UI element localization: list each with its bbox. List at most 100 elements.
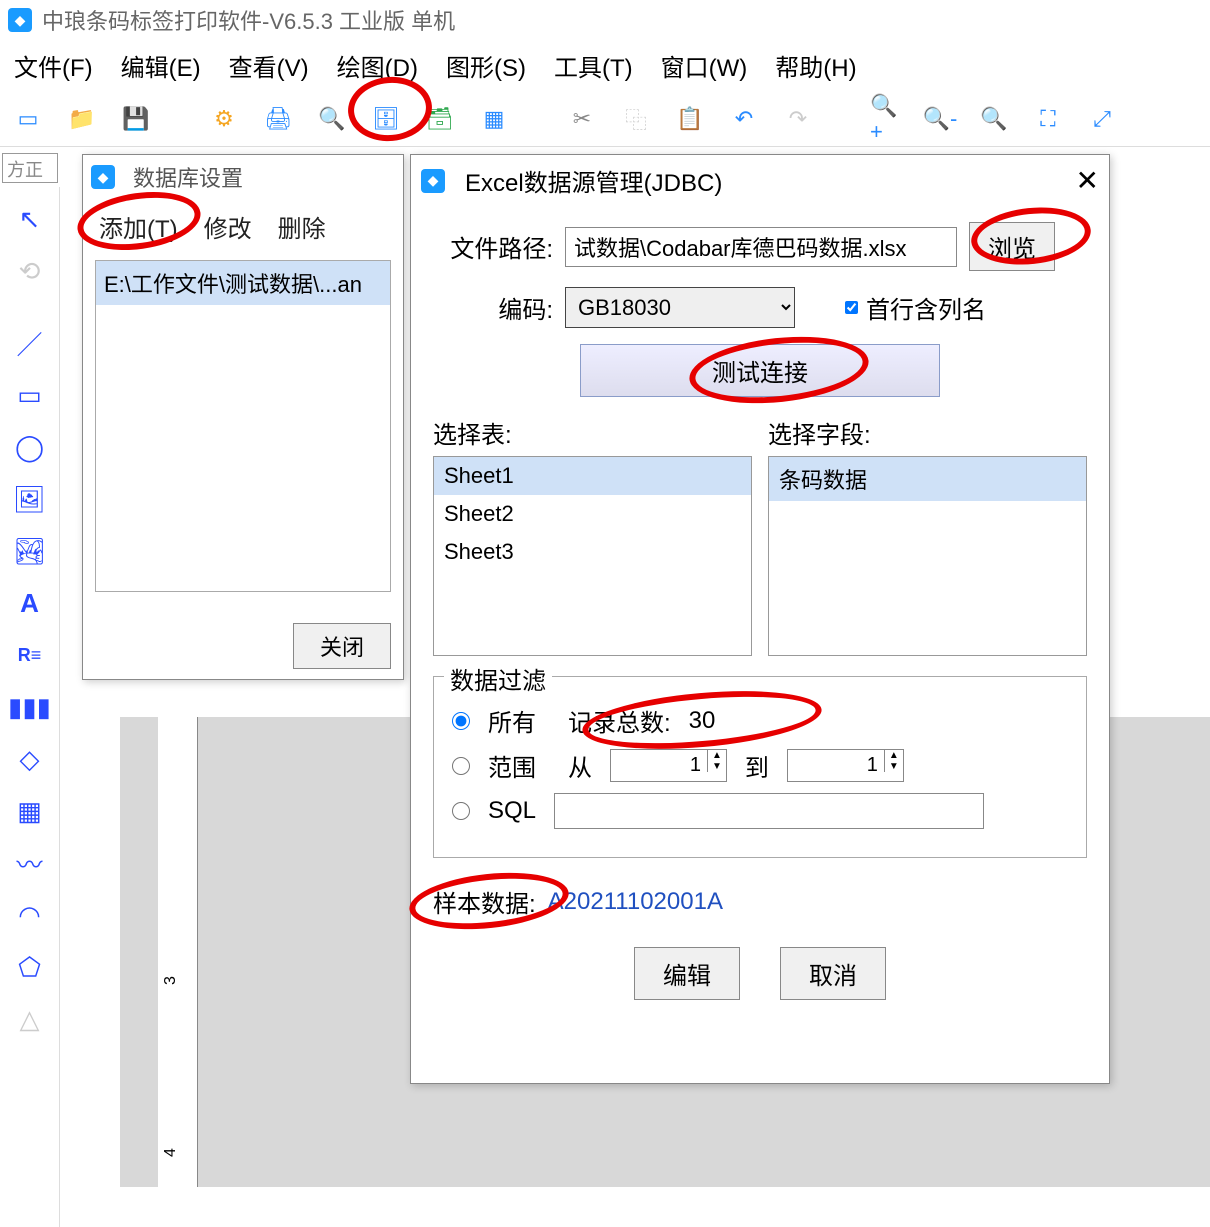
line-icon[interactable]: ／: [8, 321, 52, 365]
redo-icon[interactable]: ↷: [782, 103, 814, 135]
grid-icon[interactable]: ▦: [478, 103, 510, 135]
excel-jdbc-dialog: ◆ Excel数据源管理(JDBC) ✕ 文件路径: 浏览 编码: GB1803…: [410, 154, 1110, 1084]
filter-all-label: 所有: [488, 703, 536, 738]
table-item[interactable]: Sheet3: [434, 533, 751, 571]
table-item[interactable]: Sheet1: [434, 457, 751, 495]
path-label: 文件路径:: [433, 229, 553, 264]
dialog-icon: ◆: [91, 165, 115, 189]
range-to-label: 到: [745, 748, 769, 783]
paste-icon[interactable]: 📋: [674, 103, 706, 135]
header-row-checkbox[interactable]: 首行含列名: [845, 290, 986, 325]
zoom-reset-icon[interactable]: 🔍: [978, 103, 1010, 135]
db-source-item[interactable]: E:\工作文件\测试数据\...an: [96, 261, 390, 305]
db-close-button[interactable]: 关闭: [293, 623, 391, 669]
app-icon: ◆: [8, 8, 32, 32]
undo-icon[interactable]: ↶: [728, 103, 760, 135]
menu-help[interactable]: 帮助(H): [775, 48, 856, 83]
filter-range-label: 范围: [488, 748, 536, 783]
font-label-box[interactable]: 方正粗: [2, 153, 58, 183]
image-icon[interactable]: 🖼: [8, 477, 52, 521]
print-icon[interactable]: 🖨: [262, 103, 294, 135]
fit-icon[interactable]: ⛶: [1032, 103, 1064, 135]
field-item[interactable]: 条码数据: [769, 457, 1086, 501]
ellipse-icon[interactable]: ◯: [8, 425, 52, 469]
menu-bar: 文件(F) 编辑(E) 查看(V) 绘图(D) 图形(S) 工具(T) 窗口(W…: [0, 40, 1210, 91]
zoom-out-icon[interactable]: 🔍-: [924, 103, 956, 135]
text-icon[interactable]: A: [8, 581, 52, 625]
database-small-icon[interactable]: 🗃: [424, 103, 456, 135]
open-folder-icon[interactable]: 📁: [66, 103, 98, 135]
table-item[interactable]: Sheet2: [434, 495, 751, 533]
spin-up-icon[interactable]: ▲: [884, 750, 903, 761]
header-row-label: 首行含列名: [866, 290, 986, 325]
table-list[interactable]: Sheet1 Sheet2 Sheet3: [433, 456, 752, 656]
spin-down-icon[interactable]: ▼: [707, 761, 726, 772]
shape-path-icon[interactable]: ◇: [8, 737, 52, 781]
close-icon[interactable]: ✕: [1076, 164, 1099, 197]
sql-input[interactable]: [554, 793, 984, 829]
menu-view[interactable]: 查看(V): [229, 48, 309, 83]
db-settings-dialog: ◆ 数据库设置 添加(T) 修改 删除 E:\工作文件\测试数据\...an 关…: [82, 154, 404, 680]
menu-draw[interactable]: 绘图(D): [337, 48, 418, 83]
range-to-input[interactable]: [788, 750, 884, 781]
expand-icon[interactable]: ⤢: [1086, 103, 1118, 135]
curve-icon[interactable]: 〰: [8, 841, 52, 885]
menu-shape[interactable]: 图形(S): [446, 48, 526, 83]
field-list[interactable]: 条码数据: [768, 456, 1087, 656]
filter-all-radio[interactable]: [452, 712, 470, 730]
triangle-icon[interactable]: △: [8, 997, 52, 1041]
menu-file[interactable]: 文件(F): [14, 48, 93, 83]
polygon-icon[interactable]: ⬠: [8, 945, 52, 989]
sample-label: 样本数据:: [433, 884, 536, 919]
spin-down-icon[interactable]: ▼: [884, 761, 903, 772]
db-dialog-title: 数据库设置: [133, 161, 243, 193]
save-icon[interactable]: 💾: [120, 103, 152, 135]
db-source-list[interactable]: E:\工作文件\测试数据\...an: [95, 260, 391, 592]
new-file-icon[interactable]: ▭: [12, 103, 44, 135]
db-delete-button[interactable]: 删除: [278, 209, 326, 244]
menu-window[interactable]: 窗口(W): [661, 48, 748, 83]
database-icon[interactable]: 🗄: [370, 103, 402, 135]
qrcode-icon[interactable]: ▦: [8, 789, 52, 833]
rotate-icon[interactable]: ⟲: [8, 249, 52, 293]
cancel-button[interactable]: 取消: [780, 947, 886, 1000]
copy-icon[interactable]: ⿻: [620, 103, 652, 135]
arc-icon[interactable]: ◠: [8, 893, 52, 937]
zoom-in-icon[interactable]: 🔍+: [870, 103, 902, 135]
pointer-icon[interactable]: ↖: [8, 197, 52, 241]
range-from-spinner[interactable]: ▲▼: [610, 749, 727, 782]
path-input[interactable]: [565, 227, 957, 267]
select-table-label: 选择表:: [433, 415, 752, 450]
richtext-icon[interactable]: R≡: [8, 633, 52, 677]
excel-dialog-title: Excel数据源管理(JDBC): [465, 163, 722, 198]
records-total-value: 30: [689, 707, 716, 735]
sample-value: A20211102001A: [548, 888, 723, 916]
browse-button[interactable]: 浏览: [969, 222, 1055, 271]
edit-button[interactable]: 编辑: [634, 947, 740, 1000]
filter-range-radio[interactable]: [452, 757, 470, 775]
encoding-select[interactable]: GB18030: [565, 287, 795, 328]
header-row-check-input[interactable]: [845, 301, 858, 314]
filter-sql-label: SQL: [488, 797, 536, 825]
filter-sql-radio[interactable]: [452, 802, 470, 820]
rect-icon[interactable]: ▭: [8, 373, 52, 417]
preview-icon[interactable]: 🔍: [316, 103, 348, 135]
gear-icon[interactable]: ⚙: [208, 103, 240, 135]
picture-icon[interactable]: 🏞: [8, 529, 52, 573]
menu-edit[interactable]: 编辑(E): [121, 48, 201, 83]
db-modify-button[interactable]: 修改: [204, 209, 252, 244]
spin-up-icon[interactable]: ▲: [707, 750, 726, 761]
side-toolbar: ↖ ⟲ ／ ▭ ◯ 🖼 🏞 A R≡ ▮▮▮ ◇ ▦ 〰 ◠ ⬠ △: [0, 187, 60, 1227]
dialog-icon: ◆: [421, 169, 445, 193]
db-add-button[interactable]: 添加(T): [99, 209, 178, 244]
filter-panel: 数据过滤 所有 记录总数: 30 范围 从 ▲▼ 到 ▲▼ SQL: [433, 676, 1087, 858]
cut-icon[interactable]: ✂: [566, 103, 598, 135]
title-bar: ◆ 中琅条码标签打印软件-V6.5.3 工业版 单机: [0, 0, 1210, 40]
range-to-spinner[interactable]: ▲▼: [787, 749, 904, 782]
test-connection-button[interactable]: 测试连接: [580, 344, 940, 397]
records-total-label: 记录总数:: [568, 703, 671, 738]
barcode-icon[interactable]: ▮▮▮: [8, 685, 52, 729]
filter-legend: 数据过滤: [444, 661, 552, 696]
range-from-input[interactable]: [611, 750, 707, 781]
menu-tool[interactable]: 工具(T): [554, 48, 633, 83]
